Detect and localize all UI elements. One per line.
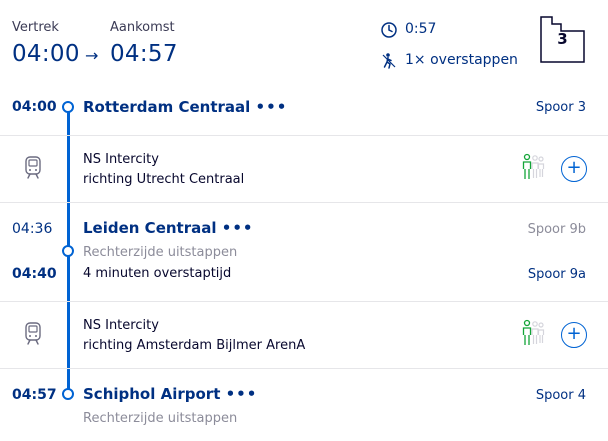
train-icon bbox=[25, 156, 41, 179]
train-icon bbox=[25, 322, 41, 345]
train-type: NS Intercity bbox=[83, 318, 159, 333]
exit-side-note: Rechterzijde uitstappen bbox=[83, 245, 238, 260]
divider bbox=[0, 368, 608, 369]
transfer-time: 4 minuten overstaptijd bbox=[83, 266, 232, 281]
stop-dot-destination bbox=[62, 388, 74, 400]
station-leiden[interactable]: Leiden Centraal ••• bbox=[83, 219, 254, 237]
more-options-icon[interactable]: ••• bbox=[226, 385, 258, 403]
transfer-icon bbox=[382, 53, 396, 69]
clock-icon bbox=[381, 22, 397, 38]
trip-duration: 0:57 bbox=[405, 21, 437, 37]
station-rotterdam[interactable]: Rotterdam Centraal ••• bbox=[83, 98, 287, 116]
more-options-icon[interactable]: ••• bbox=[256, 98, 288, 116]
arrival-label: Aankomst bbox=[110, 20, 175, 35]
station-schiphol[interactable]: Schiphol Airport ••• bbox=[83, 385, 257, 403]
stop-dot-origin bbox=[62, 101, 74, 113]
station-name: Schiphol Airport bbox=[83, 385, 221, 403]
add-button[interactable]: + bbox=[561, 156, 587, 182]
stop-time: 04:57 bbox=[12, 387, 57, 403]
divider bbox=[0, 135, 608, 136]
departure-time: 04:00 bbox=[12, 41, 80, 67]
arrival-time: 04:57 bbox=[110, 41, 178, 67]
train-type: NS Intercity bbox=[83, 152, 159, 167]
stop-time: 04:36 bbox=[12, 221, 53, 237]
stop-time: 04:40 bbox=[12, 266, 57, 282]
train-direction: richting Amsterdam Bijlmer ArenA bbox=[83, 338, 306, 353]
divider bbox=[0, 202, 608, 203]
station-name: Rotterdam Centraal bbox=[83, 98, 251, 116]
transfer-count: 1× overstappen bbox=[405, 52, 518, 68]
departure-label: Vertrek bbox=[12, 20, 59, 35]
stop-time: 04:00 bbox=[12, 99, 57, 115]
platform-label: Spoor 4 bbox=[535, 388, 586, 403]
arrow-icon: → bbox=[85, 46, 99, 65]
platform-label: Spoor 9a bbox=[527, 267, 586, 282]
people-occupancy-icon bbox=[522, 153, 545, 179]
platform-badge: 3 bbox=[557, 30, 568, 48]
people-occupancy-icon bbox=[522, 319, 545, 345]
train-direction: richting Utrecht Centraal bbox=[83, 172, 245, 187]
add-button[interactable]: + bbox=[561, 322, 587, 348]
exit-side-note: Rechterzijde uitstappen bbox=[83, 411, 238, 426]
stop-dot-transfer bbox=[62, 245, 74, 257]
platform-label: Spoor 9b bbox=[527, 222, 586, 237]
station-name: Leiden Centraal bbox=[83, 219, 217, 237]
platform-label: Spoor 3 bbox=[535, 100, 586, 115]
more-options-icon[interactable]: ••• bbox=[222, 219, 254, 237]
divider bbox=[0, 301, 608, 302]
